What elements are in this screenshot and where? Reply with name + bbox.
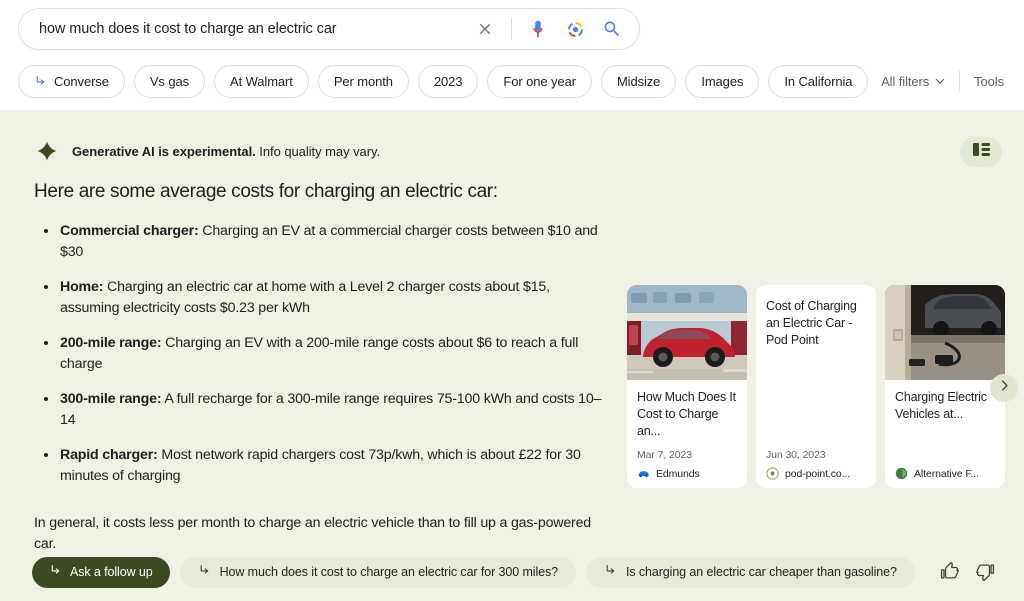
chip-label: For one year xyxy=(503,73,576,89)
layout-toggle-icon xyxy=(972,142,990,162)
thumbs-down-icon[interactable] xyxy=(976,562,996,582)
answer-bullet: Home: Charging an electric car at home w… xyxy=(34,277,610,319)
layout-toggle-button[interactable] xyxy=(960,137,1002,167)
search-header: how much does it cost to charge an elect… xyxy=(0,0,1024,110)
card-title: How Much Does It Cost to Charge an... xyxy=(637,390,736,438)
ai-answer-column: Here are some average costs for charging… xyxy=(34,180,610,555)
all-filters-button[interactable]: All filters xyxy=(881,74,959,89)
card-source: Edmunds xyxy=(637,467,737,480)
source-name: Edmunds xyxy=(656,467,700,480)
search-input[interactable]: how much does it cost to charge an elect… xyxy=(39,21,472,37)
chevron-right-icon xyxy=(998,379,1011,397)
suggestion-chip-2[interactable]: Is charging an electric car cheaper than… xyxy=(585,556,915,588)
source-card[interactable]: Charging Electric Vehicles at... Alterna… xyxy=(885,285,1005,488)
bullet-label: Home: xyxy=(60,278,104,295)
card-body: Charging Electric Vehicles at... Alterna… xyxy=(885,380,1005,488)
bullet-label: Rapid charger: xyxy=(60,446,158,463)
bullet-label: 300-mile range: xyxy=(60,390,162,407)
filter-chips-row: Converse Vs gas At Walmart Per month 202… xyxy=(18,62,1010,100)
chip-label: Converse xyxy=(54,73,109,89)
feedback-controls xyxy=(940,562,1008,582)
bullet-label: Commercial charger: xyxy=(60,222,199,239)
thumbs-up-icon[interactable] xyxy=(940,562,960,582)
generative-ai-panel: Generative AI is experimental. Info qual… xyxy=(0,110,1024,601)
search-icon[interactable] xyxy=(599,16,625,42)
chip-per-month[interactable]: Per month xyxy=(317,64,409,98)
ai-disclaimer: Generative AI is experimental. Info qual… xyxy=(36,140,380,162)
chip-2023[interactable]: 2023 xyxy=(417,64,479,98)
disclaimer-bold: Generative AI is experimental. xyxy=(72,143,256,159)
card-meta: Alternative F... xyxy=(895,461,995,480)
answer-bullet: 300-mile range: A full recharge for a 30… xyxy=(34,389,610,431)
source-name: Alternative F... xyxy=(914,467,979,480)
chip-vs-gas[interactable]: Vs gas xyxy=(133,64,205,98)
card-thumbnail xyxy=(627,285,747,380)
ask-followup-button[interactable]: Ask a follow up xyxy=(32,556,170,588)
all-filters-label: All filters xyxy=(881,73,930,89)
disclaimer-text: Generative AI is experimental. Info qual… xyxy=(72,144,380,159)
reply-arrow-icon xyxy=(198,564,211,580)
card-source: pod-point.co... xyxy=(766,467,866,480)
answer-bullet: Rapid charger: Most network rapid charge… xyxy=(34,445,610,487)
source-card[interactable]: Cost of Charging an Electric Car - Pod P… xyxy=(756,285,876,488)
ask-followup-label: Ask a follow up xyxy=(70,565,153,579)
card-source: Alternative F... xyxy=(895,467,995,480)
filters-area: All filters Tools xyxy=(881,71,1010,91)
chip-label: Per month xyxy=(333,73,393,89)
search-bar[interactable]: how much does it cost to charge an elect… xyxy=(18,8,640,50)
answer-heading: Here are some average costs for charging… xyxy=(34,181,498,202)
chip-for-one-year[interactable]: For one year xyxy=(487,64,592,98)
suggestion-label: Is charging an electric car cheaper than… xyxy=(625,565,897,579)
answer-bullet: Commercial charger: Charging an EV at a … xyxy=(34,221,610,263)
card-body: Cost of Charging an Electric Car - Pod P… xyxy=(756,285,876,488)
reply-arrow-icon xyxy=(34,75,47,88)
answer-bullet: 200-mile range: Charging an EV with a 20… xyxy=(34,333,610,375)
card-meta: Mar 7, 2023 Edmunds xyxy=(637,449,737,480)
card-body: How Much Does It Cost to Charge an... Ma… xyxy=(627,380,747,488)
suggestion-label: How much does it cost to charge an elect… xyxy=(219,565,559,579)
followup-bar: Ask a follow up How much does it cost to… xyxy=(0,543,1024,601)
chip-label: Vs gas xyxy=(149,73,189,89)
source-card[interactable]: How Much Does It Cost to Charge an... Ma… xyxy=(627,285,747,488)
chevron-down-icon xyxy=(935,74,945,89)
chip-in-california[interactable]: In California xyxy=(768,64,869,98)
card-date: Jun 30, 2023 xyxy=(766,449,826,461)
reply-arrow-icon xyxy=(49,564,62,580)
answer-bullet-list: Commercial charger: Charging an EV at a … xyxy=(34,221,610,487)
chip-at-walmart[interactable]: At Walmart xyxy=(214,64,309,98)
bullet-text: Charging an electric car at home with a … xyxy=(60,278,550,316)
close-icon[interactable] xyxy=(472,16,498,42)
microphone-icon[interactable] xyxy=(525,16,551,42)
tools-button[interactable]: Tools xyxy=(960,74,1004,89)
chip-label: At Walmart xyxy=(230,73,293,89)
card-date: Mar 7, 2023 xyxy=(637,449,692,461)
chip-converse[interactable]: Converse xyxy=(18,64,125,98)
chip-label: 2023 xyxy=(433,73,463,89)
disclaimer-rest: Info quality may vary. xyxy=(255,143,381,159)
card-title: Cost of Charging an Electric Car - Pod P… xyxy=(766,299,857,347)
source-name: pod-point.co... xyxy=(785,467,851,480)
source-favicon-icon xyxy=(895,467,908,480)
chip-midsize[interactable]: Midsize xyxy=(600,64,677,98)
bullet-label: 200-mile range: xyxy=(60,334,162,351)
chip-images[interactable]: Images xyxy=(685,64,760,98)
chip-label: Midsize xyxy=(616,73,661,89)
reply-arrow-icon xyxy=(604,564,617,580)
suggestion-chip-1[interactable]: How much does it cost to charge an elect… xyxy=(179,556,576,588)
sparkle-icon xyxy=(36,140,58,162)
google-lens-icon[interactable] xyxy=(562,16,588,42)
chip-label: In California xyxy=(784,73,853,89)
divider xyxy=(511,18,512,40)
source-cards-carousel: How Much Does It Cost to Charge an... Ma… xyxy=(627,285,1024,488)
source-favicon-icon xyxy=(637,467,650,480)
card-title: Charging Electric Vehicles at... xyxy=(895,390,987,421)
card-thumbnail xyxy=(885,285,1005,380)
carousel-next-button[interactable] xyxy=(990,374,1018,402)
source-favicon-icon xyxy=(766,467,779,480)
chip-label: Images xyxy=(701,73,744,89)
card-meta: Jun 30, 2023 pod-point.co... xyxy=(766,449,866,480)
